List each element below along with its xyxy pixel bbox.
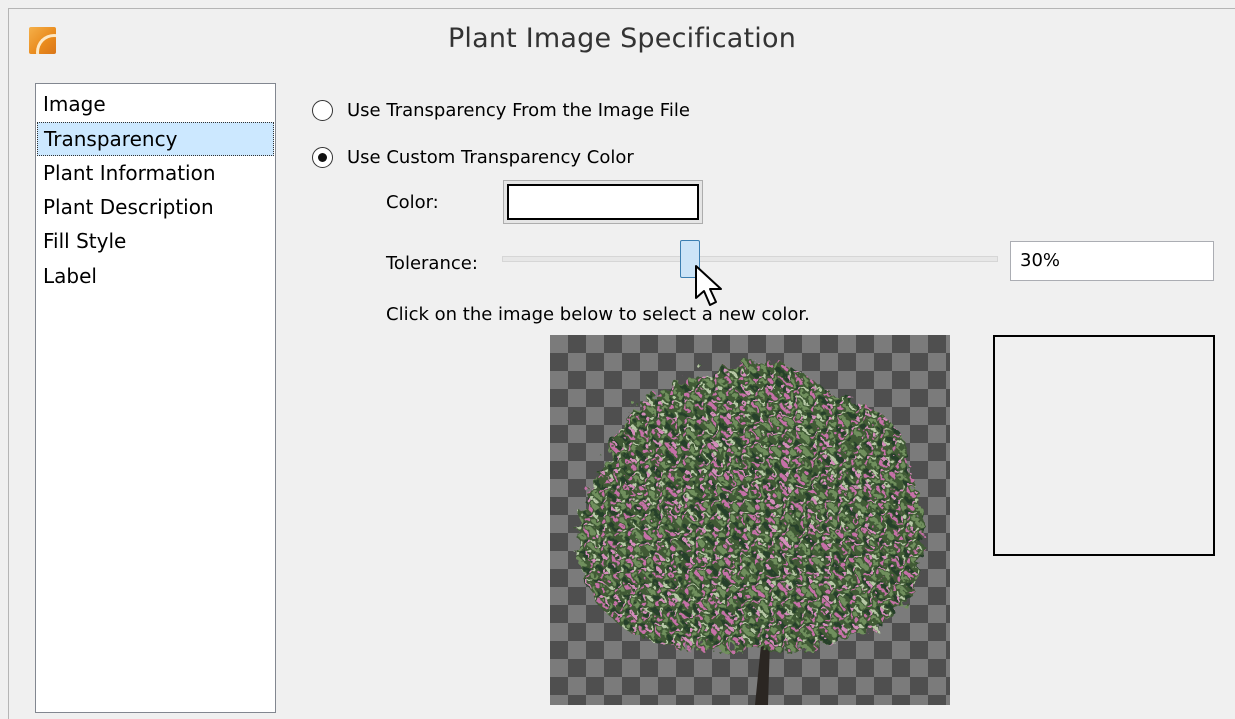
radio-label-file-transparency: Use Transparency From the Image File [347, 99, 690, 121]
category-list[interactable]: Image Transparency Plant Information Pla… [35, 83, 276, 713]
nav-item-image[interactable]: Image [37, 88, 274, 122]
tolerance-slider-track[interactable] [502, 256, 998, 262]
nav-item-plant-description[interactable]: Plant Description [37, 191, 274, 225]
transparency-result-preview [993, 335, 1215, 556]
tolerance-label: Tolerance: [386, 253, 478, 274]
nav-item-label[interactable]: Label [37, 260, 274, 294]
nav-item-plant-information[interactable]: Plant Information [37, 157, 274, 191]
tree-image [577, 361, 924, 705]
radio-use-custom-color[interactable]: Use Custom Transparency Color [312, 142, 634, 172]
radio-use-file-transparency[interactable]: Use Transparency From the Image File [312, 95, 690, 125]
mouse-pointer-icon [695, 265, 722, 306]
radio-button-checked[interactable] [312, 146, 333, 168]
instruction-text: Click on the image below to select a new… [386, 304, 810, 325]
nav-item-fill-style[interactable]: Fill Style [37, 225, 274, 259]
radio-label-custom-color: Use Custom Transparency Color [347, 146, 634, 168]
nav-item-transparency[interactable]: Transparency [37, 122, 274, 156]
tolerance-input[interactable]: 30% [1010, 241, 1214, 281]
plant-image-preview[interactable] [550, 335, 950, 705]
title-bar: Plant Image Specification [9, 9, 1235, 71]
color-swatch [507, 184, 699, 220]
color-picker-button[interactable] [503, 180, 703, 224]
color-label: Color: [386, 192, 439, 213]
radio-button-unchecked[interactable] [312, 99, 333, 121]
dialog-title: Plant Image Specification [447, 23, 797, 54]
